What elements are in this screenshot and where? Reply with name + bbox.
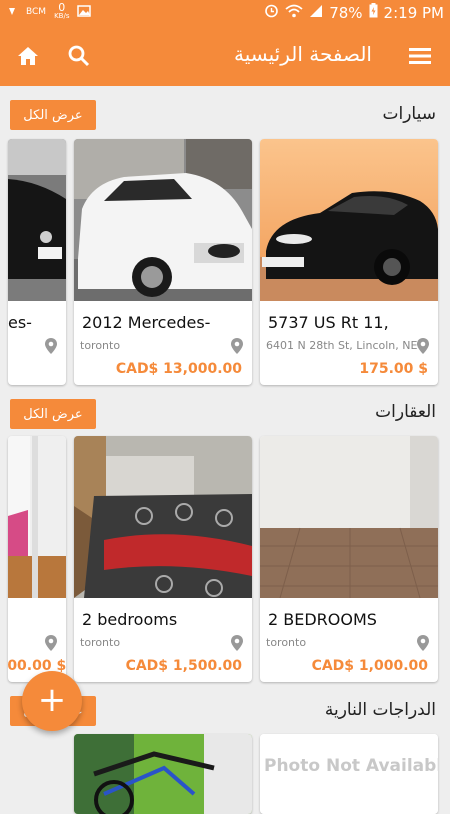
add-listing-button[interactable]: +	[22, 671, 82, 731]
listing-location: 6401 N 28th St, Lincoln, NE	[266, 339, 418, 352]
view-all-button-real-estate[interactable]: عرض الكل	[10, 399, 96, 429]
location-pin-icon	[416, 634, 430, 652]
listing-image	[74, 139, 252, 301]
section-title-motorcycles: الدراجات النارية	[324, 700, 436, 720]
status-left-text: BCM	[26, 7, 47, 17]
listing-card[interactable]: 2 BEDROOMS toronto CAD$ 1,000.00	[260, 436, 438, 682]
listing-image	[74, 436, 252, 598]
location-pin-icon	[44, 634, 58, 652]
image-icon	[77, 4, 92, 20]
location-pin-icon	[230, 634, 244, 652]
listing-card[interactable]: 2 bedrooms toronto CAD$ 1,500.00	[74, 436, 252, 682]
listing-card[interactable]	[74, 734, 252, 814]
clock-time: 2:19 PM	[383, 3, 444, 22]
listing-location: toronto	[80, 636, 121, 649]
listing-title: es-	[8, 313, 32, 332]
view-all-button-cars[interactable]: عرض الكل	[10, 100, 96, 130]
location-pin-icon	[416, 337, 430, 355]
listing-card[interactable]: 5737 US Rt 11, 6401 N 28th St, Lincoln, …	[260, 139, 438, 385]
listing-title: 5737 US Rt 11,	[268, 313, 389, 332]
listing-price: CAD$ 13,000.00	[115, 361, 242, 377]
section-title-cars: سيارات	[382, 104, 437, 124]
network-speed-value: 0	[58, 1, 66, 14]
location-pin-icon	[44, 337, 58, 355]
listing-image	[8, 436, 66, 598]
battery-icon	[369, 3, 378, 22]
listing-image	[260, 436, 438, 598]
search-icon[interactable]	[65, 42, 93, 70]
section-title-real-estate: العقارات	[375, 402, 436, 422]
network-speed: 0 KB/s	[54, 1, 70, 21]
section-real-estate: عرض الكل العقارات 2 BEDROOMS toronto CAD…	[0, 396, 450, 686]
listing-image: Photo Not Available	[260, 734, 438, 814]
listing-image	[8, 139, 66, 301]
location-pin-icon	[230, 337, 244, 355]
home-icon[interactable]	[14, 42, 42, 70]
listing-location: toronto	[266, 636, 307, 649]
menu-icon[interactable]	[406, 42, 434, 70]
listing-location: toronto	[80, 339, 121, 352]
listing-card[interactable]: es-	[8, 139, 66, 385]
wifi-icon	[285, 4, 303, 22]
status-bar: BCM 0 KB/s 78% 2:19 PM	[0, 0, 450, 26]
listing-price: 175.00 $	[359, 361, 428, 377]
listing-image	[74, 734, 252, 814]
network-speed-unit: KB/s	[54, 12, 70, 20]
listing-price: CAD$ 1,500.00	[125, 658, 242, 674]
section-cars: عرض الكل سيارات 5737 US Rt 11, 6401 N 28…	[0, 86, 450, 391]
signal-icon	[309, 4, 323, 22]
page-title: الصفحة الرئيسية	[234, 42, 372, 66]
plus-icon: +	[37, 679, 67, 720]
listing-card[interactable]: Photo Not Available	[260, 734, 438, 814]
alarm-icon	[264, 3, 279, 22]
listing-image	[260, 139, 438, 301]
listing-card[interactable]: .00.00 $	[8, 436, 66, 682]
listing-title: 2 BEDROOMS	[268, 610, 377, 629]
listing-title: 2012 Mercedes-	[82, 313, 211, 332]
listing-title: 2 bedrooms	[82, 610, 178, 629]
battery-percent: 78%	[329, 3, 363, 22]
photo-not-available-text: Photo Not Available	[264, 756, 438, 776]
lock-icon	[6, 5, 18, 20]
listing-card[interactable]: 2012 Mercedes- toronto CAD$ 13,000.00	[74, 139, 252, 385]
app-bar: الصفحة الرئيسية	[0, 26, 450, 86]
listing-price: CAD$ 1,000.00	[311, 658, 428, 674]
